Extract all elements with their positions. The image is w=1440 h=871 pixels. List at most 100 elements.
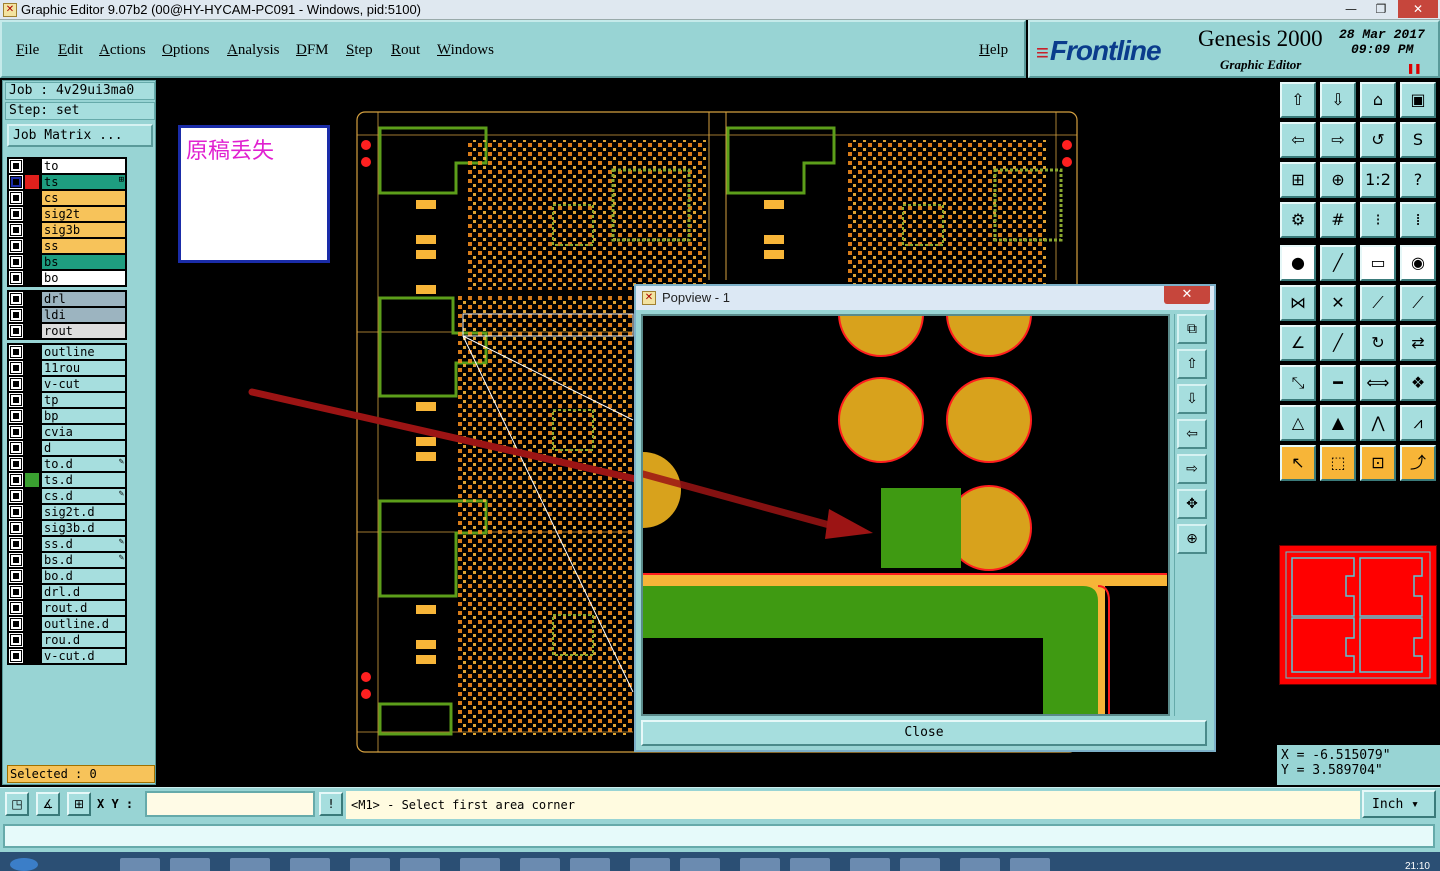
layer-checkbox[interactable] [9,553,23,567]
layer-checkbox[interactable] [9,239,23,253]
layer-color-swatch[interactable] [25,393,39,407]
layer-row[interactable]: d [8,440,126,456]
layer-row[interactable]: sig2t.d [8,504,126,520]
layer-name[interactable]: sig2t [42,207,125,221]
layer-color-swatch[interactable] [25,361,39,375]
layer-color-swatch[interactable] [25,585,39,599]
taskbar-app[interactable] [120,858,160,871]
zoom-window-icon[interactable]: ⧉ [1177,314,1207,344]
layer-row[interactable]: rout.d [8,600,126,616]
help-icon[interactable]: ? [1400,162,1436,198]
measure-icon[interactable]: ▭ [1360,245,1396,281]
layer-row[interactable]: drl.d [8,584,126,600]
taskbar-app[interactable] [170,858,210,871]
layer-row[interactable]: bo.d [8,568,126,584]
taskbar-app[interactable] [790,858,830,871]
snap-edge-icon[interactable]: ⁞ [1400,202,1436,238]
layer-checkbox[interactable] [9,617,23,631]
triangle-up-icon[interactable]: ▲ [1320,405,1356,441]
alert-icon[interactable]: ! [319,792,343,816]
circle-icon[interactable]: ◉ [1400,245,1436,281]
layer-checkbox[interactable] [9,175,23,189]
layer-checkbox[interactable] [9,537,23,551]
layer-checkbox[interactable] [9,361,23,375]
layer-name[interactable]: ldi [42,308,125,322]
add-line-icon[interactable]: ╱ [1320,245,1356,281]
layer-checkbox[interactable] [9,521,23,535]
arch-span-icon[interactable]: ⩘ [1400,405,1436,441]
layer-name[interactable]: sig3b.d [42,521,125,535]
menu-options[interactable]: Options [162,42,210,59]
layer-checkbox[interactable] [9,255,23,269]
layer-name[interactable]: ts.d [42,473,125,487]
layer-checkbox[interactable] [9,473,23,487]
menu-help[interactable]: Help [979,42,1008,59]
layer-row[interactable]: ss [8,238,126,254]
move-pad-icon[interactable]: ⤡ [1280,365,1316,401]
layer-row[interactable]: v-cut [8,376,126,392]
layer-row[interactable]: ts ⊞ [8,174,126,190]
layer-color-swatch[interactable] [25,473,39,487]
layer-checkbox[interactable] [9,569,23,583]
layer-row[interactable]: to [8,158,126,174]
layer-row[interactable]: 11rou [8,360,126,376]
taskbar-app[interactable] [680,858,720,871]
close-window-button[interactable]: ✕ [1398,0,1438,18]
layer-color-swatch[interactable] [25,505,39,519]
layer-row[interactable]: sig2t [8,206,126,222]
menu-windows[interactable]: Windows [437,42,494,59]
layer-row[interactable]: rout [8,323,126,339]
layer-checkbox[interactable] [9,191,23,205]
layer-name[interactable]: bs [42,255,125,269]
layer-color-swatch[interactable] [25,617,39,631]
layer-color-swatch[interactable] [25,457,39,471]
layer-color-swatch[interactable] [25,223,39,237]
popview-close-x-button[interactable]: ✕ [1164,286,1210,304]
layer-checkbox[interactable] [9,308,23,322]
mirror-icon[interactable]: ⇄ [1400,325,1436,361]
units-select[interactable]: Inch ▾ [1362,790,1436,818]
scale-1-2-icon[interactable]: 1:2 [1360,162,1396,198]
arc-icon[interactable]: ↻ [1360,325,1396,361]
layer-name[interactable]: bo [42,271,125,285]
layer-name[interactable]: bp [42,409,125,423]
layer-row[interactable]: drl [8,291,126,307]
layer-checkbox[interactable] [9,345,23,359]
taskbar-app[interactable] [520,858,560,871]
redraw-icon[interactable]: S [1400,122,1436,158]
layer-name[interactable]: outline [42,345,125,359]
layer-checkbox[interactable] [9,377,23,391]
layer-checkbox[interactable] [9,223,23,237]
layer-name[interactable]: rout [42,324,125,338]
layer-row[interactable]: ldi [8,307,126,323]
taskbar-app[interactable] [740,858,780,871]
taskbar-app[interactable] [400,858,440,871]
layer-row[interactable]: outline.d [8,616,126,632]
taskbar-app[interactable] [570,858,610,871]
layer-row[interactable]: bp [8,408,126,424]
menu-step[interactable]: Step [346,42,373,59]
triangle-icon[interactable]: △ [1280,405,1316,441]
layer-checkbox[interactable] [9,505,23,519]
pause-icon[interactable]: ❚❚ [1407,61,1421,75]
layer-name[interactable]: tp [42,393,125,407]
grid-mode-icon[interactable]: ⊞ [67,792,91,816]
layer-color-swatch[interactable] [25,553,39,567]
layer-name[interactable]: ss.d [42,537,125,551]
layer-name[interactable]: outline.d [42,617,125,631]
taskbar-app[interactable] [630,858,670,871]
layer-row[interactable]: cvia [8,424,126,440]
maximize-button[interactable]: ❐ [1366,0,1396,18]
grid-icon[interactable]: # [1320,202,1356,238]
pan-left-icon[interactable]: ⇦ [1177,419,1207,449]
layer-color-swatch[interactable] [25,175,39,189]
layer-name[interactable]: rout.d [42,601,125,615]
popview-viewport[interactable] [641,314,1170,716]
layer-checkbox[interactable] [9,409,23,423]
start-button[interactable] [10,858,38,871]
snap-mode-icon[interactable]: ◳ [5,792,29,816]
layer-row[interactable]: bs.d ✎ [8,552,126,568]
layer-name[interactable]: 11rou [42,361,125,375]
layer-checkbox[interactable] [9,292,23,306]
layer-checkbox[interactable] [9,649,23,663]
